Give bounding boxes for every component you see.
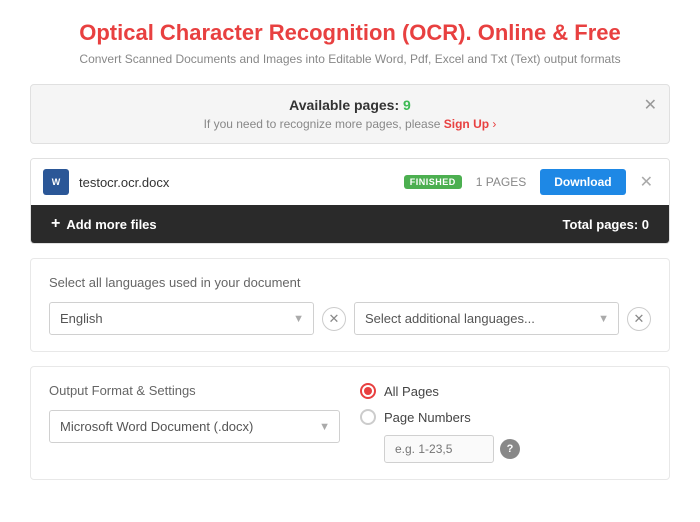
- file-list-area: W testocr.ocr.docx FINISHED 1 PAGES Down…: [30, 158, 670, 244]
- output-inner: Output Format & Settings Microsoft Word …: [49, 383, 651, 463]
- add-files-bar: + Add more files Total pages: 0: [31, 205, 669, 243]
- page-title: Optical Character Recognition (OCR). Onl…: [30, 20, 670, 46]
- secondary-language-select[interactable]: Select additional languages...: [354, 302, 619, 335]
- output-format-left: Output Format & Settings Microsoft Word …: [49, 383, 340, 443]
- file-name: testocr.ocr.docx: [79, 175, 404, 190]
- file-item: W testocr.ocr.docx FINISHED 1 PAGES Down…: [31, 159, 669, 205]
- language-section-label: Select all languages used in your docume…: [49, 275, 651, 290]
- file-type-icon: W: [43, 169, 69, 195]
- available-count: 9: [403, 97, 411, 113]
- add-more-files-button[interactable]: + Add more files: [51, 215, 157, 233]
- primary-language-select[interactable]: English: [49, 302, 314, 335]
- all-pages-label: All Pages: [384, 384, 439, 399]
- signup-link[interactable]: Sign Up: [444, 117, 489, 131]
- output-pages-right: All Pages Page Numbers ?: [360, 383, 651, 463]
- page-numbers-input-row: ?: [384, 435, 651, 463]
- available-pages-text: Available pages: 9: [49, 97, 651, 113]
- clear-secondary-language-button[interactable]: ✕: [627, 307, 651, 331]
- page-numbers-radio[interactable]: [360, 409, 376, 425]
- clear-primary-language-button[interactable]: ✕: [322, 307, 346, 331]
- add-files-label: Add more files: [66, 217, 156, 232]
- all-pages-radio-row: All Pages: [360, 383, 651, 399]
- language-section: Select all languages used in your docume…: [30, 258, 670, 352]
- help-button[interactable]: ?: [500, 439, 520, 459]
- signup-arrow-icon: ›: [492, 117, 496, 131]
- output-format-label: Output Format & Settings: [49, 383, 340, 398]
- all-pages-radio[interactable]: [360, 383, 376, 399]
- available-panel: ✕ Available pages: 9 If you need to reco…: [30, 84, 670, 144]
- output-format-wrapper: Microsoft Word Document (.docx) ▼: [49, 410, 340, 443]
- output-format-select[interactable]: Microsoft Word Document (.docx): [49, 410, 340, 443]
- page-subtitle: Convert Scanned Documents and Images int…: [30, 52, 670, 66]
- file-remove-icon[interactable]: ✕: [636, 170, 657, 194]
- file-pages: 1 PAGES: [476, 175, 526, 189]
- secondary-language-wrapper: Select additional languages... ▼: [354, 302, 619, 335]
- output-section: Output Format & Settings Microsoft Word …: [30, 366, 670, 480]
- signup-prompt: If you need to recognize more pages, ple…: [49, 117, 651, 131]
- total-pages: Total pages: 0: [563, 217, 649, 232]
- page-numbers-input[interactable]: [384, 435, 494, 463]
- file-status-badge: FINISHED: [404, 175, 462, 189]
- download-button[interactable]: Download: [540, 169, 625, 195]
- page-numbers-label: Page Numbers: [384, 410, 471, 425]
- language-row: English ▼ ✕ Select additional languages.…: [49, 302, 651, 335]
- page-numbers-radio-row: Page Numbers: [360, 409, 651, 425]
- primary-language-wrapper: English ▼: [49, 302, 314, 335]
- plus-icon: +: [51, 215, 60, 233]
- close-panel-icon[interactable]: ✕: [644, 95, 657, 115]
